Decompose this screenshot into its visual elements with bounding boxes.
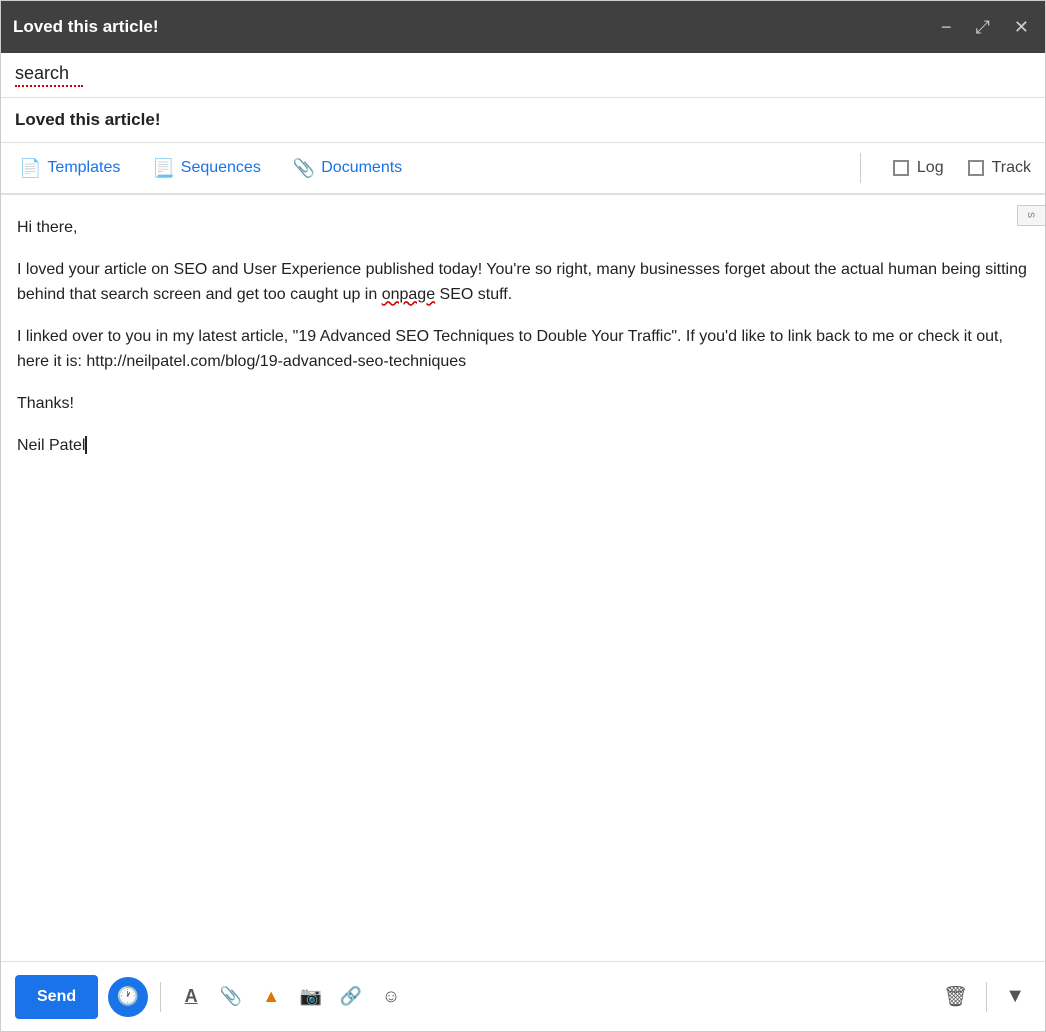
body-signature: Neil Patel [17, 433, 1029, 459]
track-checkbox[interactable] [968, 160, 984, 176]
emoji-icon: ☺ [382, 986, 400, 1007]
track-label: Track [992, 159, 1031, 177]
compose-body[interactable]: s Hi there, I loved your article on SEO … [1, 195, 1045, 961]
drive-icon: ▲ [262, 986, 280, 1007]
documents-label: Documents [321, 159, 402, 177]
templates-button[interactable]: 📄 Templates [15, 156, 124, 181]
bottom-toolbar: Send 🕐 A 📎 ▲ 📷 🔗 ☺ 🗑 ▼ [1, 961, 1045, 1031]
track-checkbox-item[interactable]: Track [968, 159, 1031, 177]
body-paragraph3: Thanks! [17, 391, 1029, 417]
side-tab: s [1017, 205, 1045, 226]
title-bar-controls: − ⤢ ✕ [937, 14, 1033, 40]
text-format-button[interactable]: A [173, 979, 209, 1015]
title-bar: Loved this article! − ⤢ ✕ [1, 1, 1045, 53]
body-paragraph2: I linked over to you in my latest articl… [17, 324, 1029, 375]
maximize-button[interactable]: ⤢ [972, 14, 994, 40]
sequences-label: Sequences [181, 159, 261, 177]
search-underline [15, 85, 83, 87]
minimize-button[interactable]: − [937, 14, 956, 40]
photo-icon: 📷 [300, 986, 322, 1007]
log-checkbox[interactable] [893, 160, 909, 176]
templates-label: Templates [47, 159, 120, 177]
log-label: Log [917, 159, 944, 177]
sequences-button[interactable]: 📃 Sequences [148, 156, 264, 181]
search-bar [1, 53, 1045, 98]
email-compose-window: Loved this article! − ⤢ ✕ Loved this art… [0, 0, 1046, 1032]
window-title: Loved this article! [13, 17, 158, 37]
attach-button[interactable]: 📎 [213, 979, 249, 1015]
bottom-divider-1 [160, 982, 161, 1012]
emoji-button[interactable]: ☺ [373, 979, 409, 1015]
body-paragraph1: I loved your article on SEO and User Exp… [17, 257, 1029, 308]
body-greeting: Hi there, [17, 215, 1029, 241]
attach-icon: 📎 [220, 986, 242, 1007]
schedule-send-button[interactable]: 🕐 [108, 977, 148, 1017]
delete-icon: 🗑 [943, 986, 968, 1008]
link-icon: 🔗 [340, 986, 362, 1007]
search-input[interactable] [15, 63, 1031, 84]
subject-text: Loved this article! [15, 110, 160, 129]
compose-toolbar: 📄 Templates 📃 Sequences 📎 Documents Log … [1, 143, 1045, 195]
delete-button[interactable]: 🗑 [937, 978, 974, 1015]
misspelled-word: onpage [382, 286, 435, 303]
close-button[interactable]: ✕ [1010, 14, 1033, 40]
log-checkbox-item[interactable]: Log [893, 159, 944, 177]
more-icon: ▼ [1005, 985, 1025, 1007]
subject-bar: Loved this article! [1, 98, 1045, 143]
more-options-button[interactable]: ▼ [999, 979, 1031, 1014]
cursor [85, 436, 87, 454]
toolbar-divider [860, 153, 861, 183]
text-format-icon: A [185, 986, 198, 1007]
bottom-divider-2 [986, 982, 987, 1012]
link-button[interactable]: 🔗 [333, 979, 369, 1015]
documents-button[interactable]: 📎 Documents [289, 156, 406, 181]
send-button[interactable]: Send [15, 975, 98, 1019]
documents-icon: 📎 [293, 158, 315, 179]
schedule-icon: 🕐 [117, 986, 139, 1007]
drive-button[interactable]: ▲ [253, 979, 289, 1015]
templates-icon: 📄 [19, 158, 41, 179]
sequences-icon: 📃 [152, 158, 174, 179]
photo-button[interactable]: 📷 [293, 979, 329, 1015]
